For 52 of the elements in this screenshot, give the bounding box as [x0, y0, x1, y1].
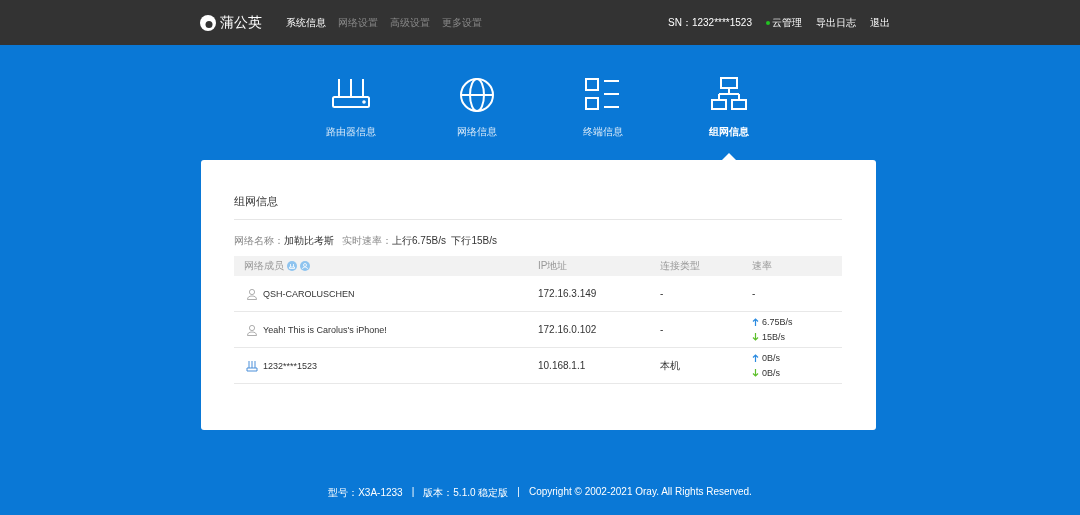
nav-item[interactable]: 网络设置: [338, 15, 378, 30]
info-value: 加勒比考斯: [284, 235, 334, 246]
table-cell: 172.16.0.102: [538, 324, 597, 335]
down-arrow-icon: [752, 369, 759, 377]
column-header: 速率: [752, 259, 772, 273]
up-arrow-icon: [752, 354, 759, 362]
user-icon: [246, 287, 258, 300]
nav-item[interactable]: 系统信息: [286, 15, 326, 30]
tab[interactable]: 路由器信息: [288, 45, 414, 160]
footer-text: |: [517, 486, 520, 499]
column-header: IP地址: [538, 259, 568, 273]
cloud-link[interactable]: 云管理: [772, 15, 802, 30]
logo-icon: [200, 14, 216, 31]
info-label: 实时速率：: [342, 235, 392, 246]
down-arrow-icon: [752, 333, 759, 341]
footer-text: Copyright © 2002-2021 Oray. All Rights Reserved.: [528, 486, 752, 499]
table-cell: -: [660, 324, 664, 335]
upload-rate: 6.75B/s: [762, 317, 793, 327]
table-cell: -: [752, 288, 756, 299]
card-title: 组网信息: [234, 194, 842, 220]
header-link[interactable]: 导出日志: [816, 15, 856, 30]
download-rate: 15B/s: [762, 332, 785, 342]
table-cell: -: [660, 288, 664, 299]
table-cell: 172.16.3.149: [538, 288, 597, 299]
up-arrow-icon: [752, 318, 759, 326]
user-icon: [246, 323, 258, 336]
info-label: 网络名称：: [234, 235, 284, 246]
router-icon: [246, 359, 258, 372]
footer-text: 型号：X3A-1233: [328, 486, 403, 500]
header-link[interactable]: 退出: [870, 15, 890, 30]
tree-icon: [709, 75, 749, 113]
download-rate: 0B/s: [762, 368, 780, 378]
logo-text: 蒲公英: [220, 13, 262, 32]
serial-number: SN：1232****1523: [668, 15, 752, 30]
column-header: 网络成员: [244, 259, 284, 273]
table-cell: 本机: [660, 358, 680, 373]
device-name: 1232****1523: [263, 360, 318, 371]
upload-rate: 0B/s: [762, 353, 780, 363]
router-filter-icon[interactable]: [287, 261, 297, 271]
device-name: QSH-CAROLUSCHEN: [263, 288, 355, 299]
footer-text: |: [411, 486, 415, 499]
globe-icon: [457, 75, 497, 113]
user-filter-icon[interactable]: [300, 261, 310, 271]
nav-item[interactable]: 更多设置: [442, 15, 482, 30]
nav-item[interactable]: 高级设置: [390, 15, 430, 30]
footer-text: 版本：5.1.0 稳定版: [423, 486, 509, 500]
device-name: Yeah! This is Carolus's iPhone!: [263, 324, 387, 335]
column-header: 连接类型: [660, 259, 700, 273]
info-value: 上行6.75B/s 下行15B/s: [392, 235, 498, 246]
tab[interactable]: 终端信息: [540, 45, 666, 160]
tab[interactable]: 网络信息: [414, 45, 540, 160]
table-cell: 10.168.1.1: [538, 360, 586, 371]
